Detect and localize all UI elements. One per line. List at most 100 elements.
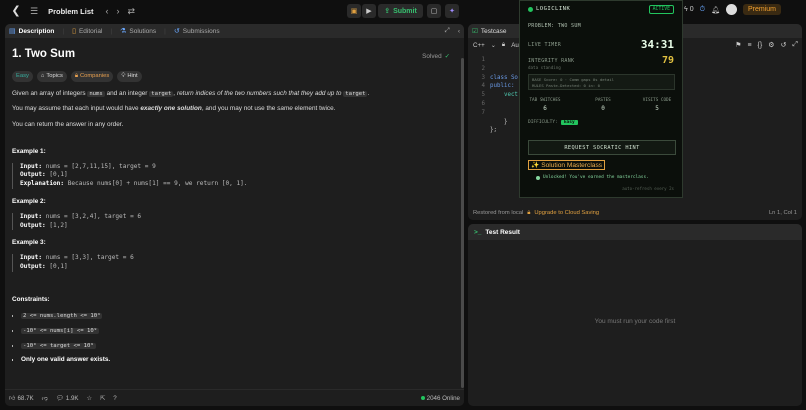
description-scrollbar[interactable] — [461, 58, 464, 388]
online-count: 2046 Online — [420, 395, 460, 402]
language-select[interactable]: C++ — [473, 42, 485, 49]
menu-icon[interactable]: ☰ — [30, 6, 38, 17]
problem-label: PROBLEM: TWO SUM — [528, 23, 581, 29]
example-2-block: Input: nums = [3,2,4], target = 6 Output… — [12, 212, 452, 231]
run-button[interactable]: ▶ — [362, 4, 376, 18]
example-1-title: Example 1: — [12, 147, 46, 155]
comments-button[interactable]: 💬︎ 1.9K — [55, 394, 79, 403]
status-badge: ACTIVE — [648, 5, 674, 14]
line-numbers: 1234567 — [481, 57, 486, 116]
chevron-down-icon[interactable]: ⌄ — [491, 42, 496, 49]
editor-actions: ⚑ ≡ {} ⚙ ↺ ⤢ — [735, 41, 798, 49]
prev-problem-icon[interactable]: ‹ — [106, 6, 109, 16]
next-problem-icon[interactable]: › — [117, 6, 120, 16]
help-icon[interactable]: ? — [113, 395, 116, 402]
tab-test-result[interactable]: Test Result — [485, 229, 520, 236]
comment-icon: 💬︎ — [55, 395, 64, 402]
masterclass-button[interactable]: ✨ Solution Masterclass — [528, 160, 606, 170]
tag-chips: Easy ⌂ Topics 🔒︎ Companies 💡︎ Hint — [12, 70, 452, 82]
upload-icon: ⇪ — [384, 8, 391, 15]
ai-button[interactable]: ✦ — [445, 4, 459, 18]
session-footer: auto-refresh every 2s — [622, 186, 674, 191]
terminal-icon: >_ — [474, 228, 482, 236]
checkbox-icon: ☑ — [472, 28, 478, 35]
lock-icon: 🔒︎ — [527, 209, 531, 216]
timer-icon[interactable]: ⏱ — [700, 6, 705, 14]
companies-chip[interactable]: 🔒︎ Companies — [70, 70, 114, 82]
auto-label[interactable]: Au — [511, 42, 519, 49]
sparkle-icon: ✨ — [531, 162, 540, 169]
problem-list-link[interactable]: Problem List — [48, 7, 93, 16]
cursor-position: Ln 1, Col 1 — [768, 210, 797, 216]
lock-icon: 🔒︎ — [74, 72, 78, 79]
example-3-block: Input: nums = [3,3], target = 6 Output: … — [12, 254, 452, 272]
book-icon: ▯ — [72, 28, 76, 35]
braces-icon[interactable]: {} — [758, 42, 763, 49]
unlock-dot-icon — [536, 175, 540, 180]
like-button[interactable]: 👍︎ 68.7K — [9, 394, 34, 403]
request-hint-button[interactable]: REQUEST SOCRATIC HINT — [528, 140, 676, 155]
log-box: BASE Score: 0 · Comm gaps 0s detail RULE… — [528, 74, 675, 90]
hint-chip[interactable]: 💡︎ Hint — [117, 70, 142, 82]
problem-description: 1. Two Sum Easy ⌂ Topics 🔒︎ Companies 💡︎ Hi… — [12, 48, 452, 392]
constraints-list: 2 <= nums.length <= 10⁴ -10⁹ <= nums[i] … — [12, 312, 452, 364]
expand-icon[interactable]: ⤢ — [445, 27, 450, 35]
live-timer: 34:31 — [640, 38, 674, 51]
right-controls: ϟ0 ⏱ 🔔︎ Premium — [684, 4, 781, 15]
example-3-title: Example 3: — [12, 239, 46, 247]
unlock-message: Unlocked! You've earned the masterclass. — [536, 175, 649, 180]
settings-icon[interactable]: ⚙ — [768, 41, 774, 49]
stat-visits: VISITS CODE 5 — [642, 98, 672, 112]
tag-icon: ⌂ — [40, 72, 45, 79]
description-footer: 👍︎ 68.7K 👎︎ 💬︎ 1.9K ☆ ⇱ ? 2046 Online — [5, 389, 464, 406]
constraint-item: -10⁹ <= target <= 10⁹ — [21, 342, 452, 350]
test-result-panel: >_ Test Result You must run your code fi… — [468, 224, 802, 406]
upgrade-link[interactable]: Upgrade to Cloud Saving — [534, 210, 599, 216]
difficulty-row: DIFFICULTY: Easy — [528, 120, 578, 125]
bell-icon[interactable]: 🔔︎ — [711, 6, 720, 14]
status-dot-icon — [528, 6, 533, 12]
leetcode-logo-icon[interactable]: ❮ — [10, 5, 22, 17]
streak-icon[interactable]: ϟ0 — [684, 6, 694, 13]
tab-solutions[interactable]: ⚗ Solutions — [120, 27, 156, 36]
notes-button[interactable]: ▢ — [427, 4, 441, 18]
tab-submissions[interactable]: ↺ Submissions — [174, 27, 220, 36]
share-icon[interactable]: ⇱ — [100, 395, 105, 402]
app-root: ❮ ☰ Problem List ‹ › ⇄ ▣ ▶ ⇪ Submit ▢ ✦ ϟ… — [0, 0, 806, 410]
lock-icon: 🔒︎ — [501, 41, 506, 48]
tab-editorial[interactable]: ▯ Editorial — [72, 27, 102, 36]
debug-button[interactable]: ▣ — [347, 4, 361, 18]
constraint-item: Only one valid answer exists. — [21, 356, 452, 364]
editor-toolbar: C++ ⌄ 🔒︎ Au — [473, 41, 519, 49]
statement-paragraph-2: You may assume that each input would hav… — [12, 105, 336, 113]
overlay-brand: LOGICLINK — [528, 6, 570, 12]
collapse-icon[interactable]: ‹ — [458, 28, 460, 35]
statement-paragraph-3: You can return the answer in any order. — [12, 121, 124, 129]
statement-paragraph-1: Given an array of integers nums and an i… — [12, 89, 370, 97]
shuffle-icon[interactable]: ⇄ — [128, 6, 136, 17]
premium-button[interactable]: Premium — [742, 4, 781, 15]
empty-result-message: You must run your code first — [594, 318, 676, 325]
star-icon[interactable]: ☆ — [87, 395, 93, 402]
fullscreen-icon[interactable]: ⤢ — [792, 41, 798, 49]
reset-icon[interactable]: ↺ — [781, 41, 787, 49]
submit-button[interactable]: ⇪ Submit — [378, 4, 423, 18]
tab-description[interactable]: ▤ Description — [9, 27, 54, 36]
integrity-sub: data standing — [528, 65, 561, 70]
example-2-title: Example 2: — [12, 198, 46, 205]
constraints-title: Constraints: — [12, 295, 50, 303]
lightbulb-icon: 💡︎ — [121, 72, 126, 79]
list-icon[interactable]: ≡ — [747, 42, 751, 49]
difficulty-badge: Easy — [560, 120, 578, 125]
integrity-rank: 79 — [661, 55, 674, 66]
avatar[interactable] — [725, 4, 737, 15]
thumbs-down-icon[interactable]: 👎︎ — [42, 394, 48, 402]
thumbs-up-icon: 👍︎ — [9, 395, 16, 402]
editor-footer: Restored from local 🔒︎ Upgrade to Cloud … — [468, 206, 802, 220]
topics-chip[interactable]: ⌂ Topics — [36, 70, 67, 82]
live-timer-label: LIVE TIMER — [528, 42, 562, 48]
bookmark-icon[interactable]: ⚑ — [735, 41, 741, 49]
difficulty-chip[interactable]: Easy — [12, 70, 33, 82]
stat-tab-switches: TAB SWITCHES 6 — [529, 98, 561, 112]
tab-testcase[interactable]: Testcase — [481, 28, 507, 35]
